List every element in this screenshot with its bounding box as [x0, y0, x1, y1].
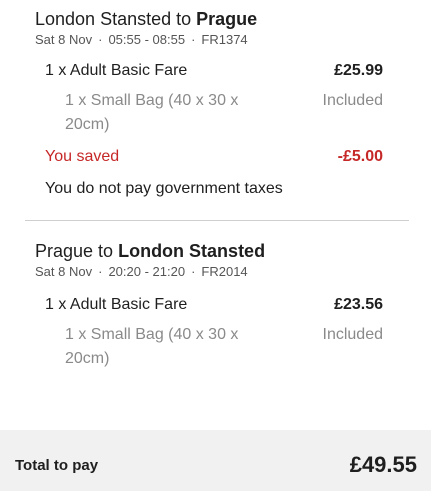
return-flight-number: FR2014	[201, 264, 248, 279]
total-bar: Total to pay £49.55	[0, 430, 431, 491]
return-route-title: Prague to London Stansted	[35, 240, 265, 262]
outbound-flight-meta: Sat 8 Nov · 05:55 - 08:55 · FR1374	[35, 32, 248, 48]
section-divider	[25, 220, 409, 221]
outbound-route-from: London Stansted to	[35, 9, 192, 29]
tax-note: You do not pay government taxes	[45, 180, 283, 197]
outbound-bag-label: 1 x Small Bag (40 x 30 x 20cm)	[65, 92, 239, 133]
total-label: Total to pay	[15, 457, 99, 474]
return-route-to: London Stansted	[118, 241, 266, 261]
outbound-flight-number: FR1374	[201, 32, 248, 47]
saving-label: You saved	[45, 148, 120, 165]
outbound-fare-label: 1 x Adult Basic Fare	[45, 62, 188, 79]
outbound-fare-amount: £25.99	[334, 62, 383, 79]
return-bag-value: Included	[322, 326, 384, 343]
total-amount: £49.55	[349, 452, 417, 477]
return-times: 20:20 - 21:20	[108, 264, 186, 279]
return-fare-amount: £23.56	[334, 296, 383, 313]
outbound-route-title: London Stansted to Prague	[35, 8, 257, 30]
outbound-date: Sat 8 Nov	[35, 32, 93, 47]
separator-dot: ·	[98, 32, 103, 47]
saving-amount: -£5.00	[337, 148, 383, 165]
return-route-from: Prague to	[35, 241, 114, 261]
return-fare-label: 1 x Adult Basic Fare	[45, 296, 188, 313]
outbound-route-to: Prague	[196, 9, 258, 29]
outbound-bag-value: Included	[322, 92, 384, 109]
separator-dot: ·	[191, 32, 196, 47]
separator-dot: ·	[191, 264, 196, 279]
return-bag-label: 1 x Small Bag (40 x 30 x 20cm)	[65, 326, 239, 367]
separator-dot: ·	[98, 264, 103, 279]
return-flight-meta: Sat 8 Nov · 20:20 - 21:20 · FR2014	[35, 264, 248, 280]
outbound-times: 05:55 - 08:55	[108, 32, 186, 47]
return-date: Sat 8 Nov	[35, 264, 93, 279]
